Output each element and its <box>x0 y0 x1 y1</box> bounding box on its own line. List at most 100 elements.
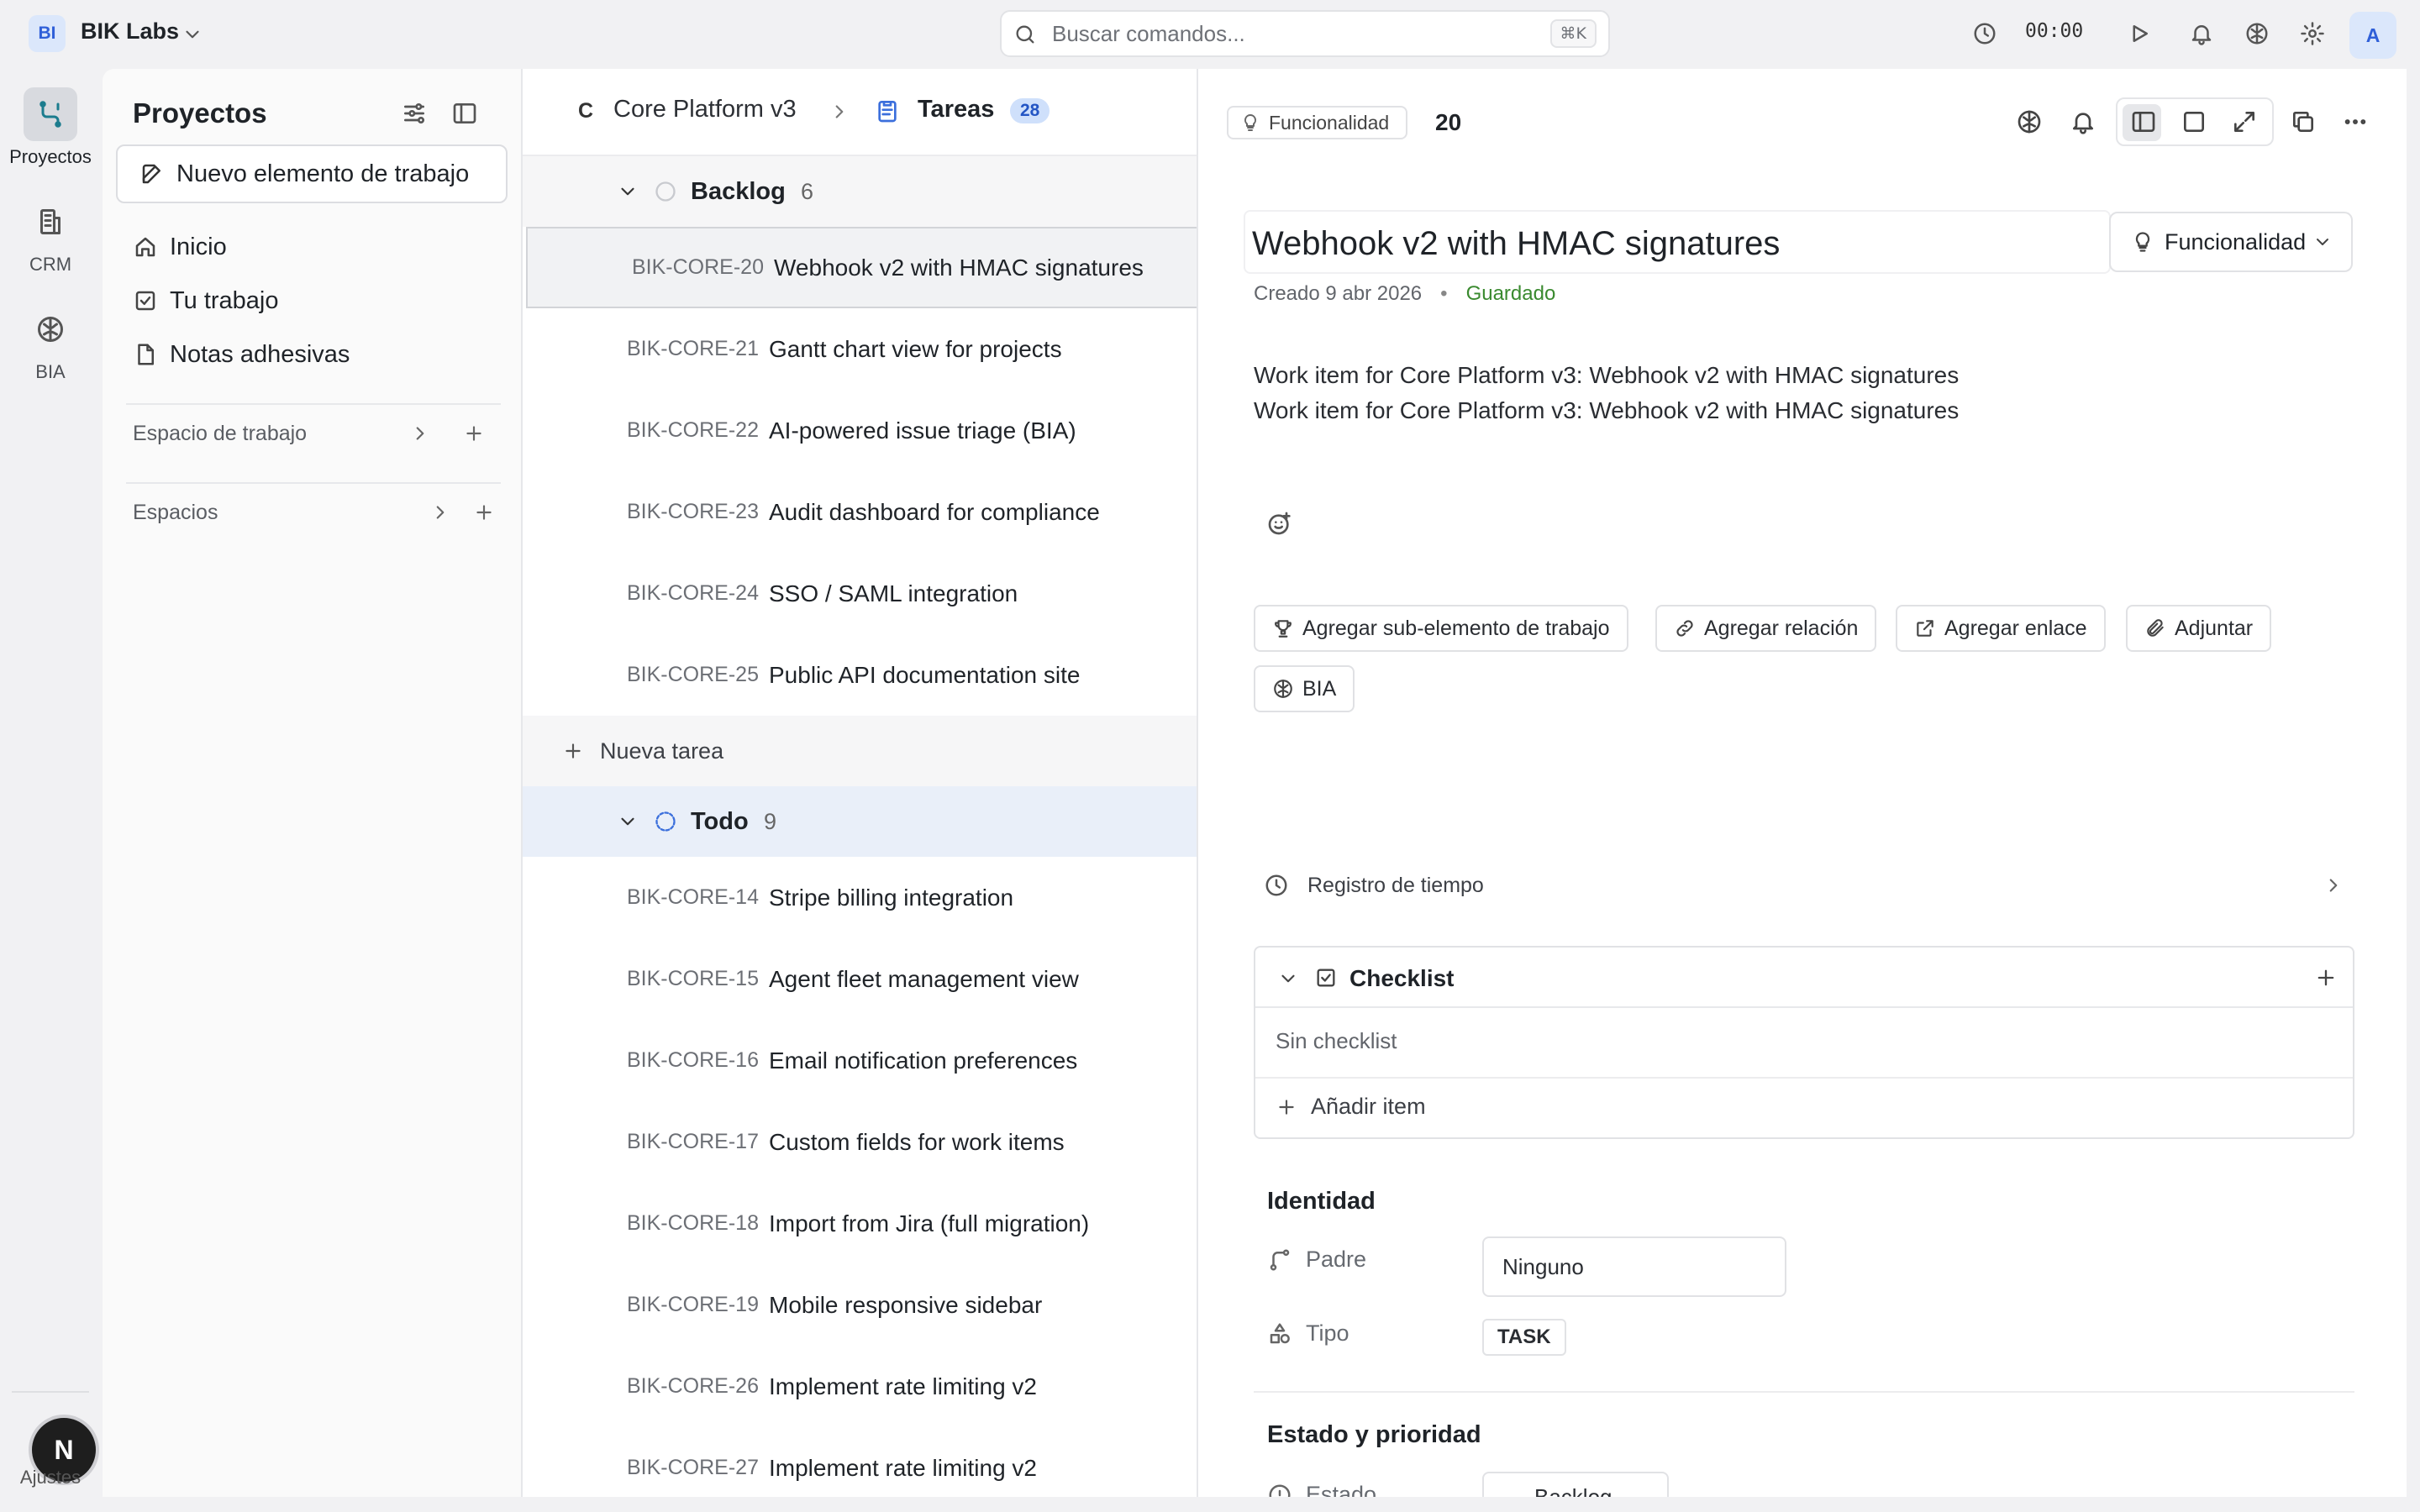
attach-button[interactable]: Adjuntar <box>2126 605 2272 652</box>
breadcrumb-view[interactable]: Tareas <box>918 96 994 123</box>
task-row[interactable]: BIK-CORE-14 Stripe billing integration <box>523 857 1197 938</box>
sidebar-item-label: Tu trabajo <box>170 286 279 314</box>
brain-icon[interactable] <box>2015 108 2044 136</box>
plus-icon <box>1276 1096 1297 1118</box>
task-row[interactable]: BIK-CORE-19 Mobile responsive sidebar <box>523 1264 1197 1346</box>
expand-icon[interactable] <box>2230 108 2259 136</box>
task-row[interactable]: BIK-CORE-23 Audit dashboard for complian… <box>523 471 1197 553</box>
add-relation-button[interactable]: Agregar relación <box>1655 605 1877 652</box>
task-id: BIK-CORE-22 <box>627 418 759 442</box>
sidebar-item-my-work[interactable]: Tu trabajo <box>133 281 279 321</box>
type-dropdown-value: Funcionalidad <box>2165 228 2307 255</box>
group-name: Todo <box>691 807 749 835</box>
link-icon <box>1674 617 1696 639</box>
external-link-icon <box>1914 617 1936 639</box>
copy-icon[interactable] <box>2289 108 2317 136</box>
more-options-icon[interactable] <box>2341 108 2370 136</box>
brain-icon[interactable] <box>2244 20 2270 47</box>
workspace-name[interactable]: BIK Labs <box>81 18 179 45</box>
chevron-down-icon[interactable] <box>617 181 639 202</box>
work-item-title[interactable]: Webhook v2 with HMAC signatures <box>1252 213 2104 274</box>
rail-item-crm[interactable]: CRM <box>0 195 101 276</box>
add-checklist-item-button[interactable]: Añadir item <box>1276 1094 1426 1120</box>
brain-icon <box>1272 678 1294 700</box>
chevron-right-icon[interactable] <box>408 422 432 445</box>
chevron-down-icon[interactable] <box>617 811 639 832</box>
type-pill[interactable]: Funcionalidad <box>1227 106 1408 139</box>
projects-sidebar: Proyectos Nuevo elemento de trabajo Inic… <box>103 69 523 1497</box>
new-work-item-button[interactable]: Nuevo elemento de trabajo <box>116 144 508 203</box>
chevron-right-icon[interactable] <box>429 501 452 524</box>
timer-readout: 00:00 <box>2025 20 2084 42</box>
checkbox-icon <box>1314 966 1338 990</box>
chevron-down-icon[interactable] <box>182 24 203 45</box>
add-link-label: Agregar enlace <box>1944 616 2087 640</box>
sidebar-item-home[interactable]: Inicio <box>133 227 227 267</box>
time-log-row[interactable]: Registro de tiempo <box>1254 860 2354 911</box>
task-row[interactable]: BIK-CORE-16 Email notification preferenc… <box>523 1020 1197 1101</box>
play-icon[interactable] <box>2126 20 2153 47</box>
task-row[interactable]: BIK-CORE-27 Implement rate limiting v2 <box>523 1427 1197 1497</box>
rail-divider <box>12 1391 89 1393</box>
command-search[interactable]: ⌘K <box>1000 10 1610 57</box>
section-workspace[interactable]: Espacio de trabajo <box>133 422 307 446</box>
note-icon <box>133 342 158 367</box>
task-row[interactable]: BIK-CORE-21 Gantt chart view for project… <box>523 308 1197 390</box>
task-title: AI-powered issue triage (BIA) <box>769 417 1076 444</box>
chevron-down-icon[interactable] <box>1277 968 1299 990</box>
bell-icon[interactable] <box>2188 20 2215 47</box>
new-task-label: Nueva tarea <box>600 738 724 764</box>
gear-icon[interactable] <box>2299 20 2326 47</box>
task-row[interactable]: BIK-CORE-25 Public API documentation sit… <box>523 634 1197 716</box>
plus-icon[interactable] <box>462 422 486 445</box>
parent-label: Padre <box>1306 1247 1367 1272</box>
type-dropdown[interactable]: Funcionalidad <box>2109 212 2353 272</box>
plus-icon[interactable] <box>2314 966 2338 990</box>
bia-button[interactable]: BIA <box>1254 665 1355 712</box>
description[interactable]: Work item for Core Platform v3: Webhook … <box>1254 358 1959 428</box>
sidebar-toggle-icon[interactable] <box>450 99 479 128</box>
state-select[interactable]: Backlog <box>1482 1472 1669 1497</box>
rail-label: CRM <box>29 254 72 275</box>
state-property: Estado <box>1267 1482 1376 1497</box>
add-subitem-button[interactable]: Agregar sub-elemento de trabajo <box>1254 605 1628 652</box>
chevron-right-icon <box>829 101 850 123</box>
task-row[interactable]: BIK-CORE-24 SSO / SAML integration <box>523 553 1197 634</box>
task-row[interactable]: BIK-CORE-26 Implement rate limiting v2 <box>523 1346 1197 1427</box>
bell-icon[interactable] <box>2069 108 2097 136</box>
group-count: 6 <box>801 178 814 204</box>
breadcrumb-project[interactable]: Core Platform v3 <box>613 96 797 123</box>
user-avatar[interactable]: A <box>2349 12 2396 59</box>
task-row[interactable]: BIK-CORE-18 Import from Jira (full migra… <box>523 1183 1197 1264</box>
chevron-right-icon <box>2323 874 2344 896</box>
task-id: BIK-CORE-26 <box>627 1374 759 1398</box>
modal-view-icon[interactable] <box>2180 108 2208 136</box>
task-row[interactable]: BIK-CORE-17 Custom fields for work items <box>523 1101 1197 1183</box>
search-input[interactable] <box>1052 20 1523 47</box>
add-link-button[interactable]: Agregar enlace <box>1896 605 2106 652</box>
new-task-button[interactable]: Nueva tarea <box>523 716 1197 786</box>
parent-select[interactable]: Ninguno <box>1482 1236 1786 1297</box>
plus-icon[interactable] <box>472 501 496 524</box>
rail-item-projects[interactable]: Proyectos <box>0 87 101 168</box>
settings-label[interactable]: Ajustes <box>0 1467 101 1488</box>
group-header-todo[interactable]: Todo 9 <box>523 786 1197 857</box>
group-header-backlog[interactable]: Backlog 6 <box>523 156 1197 227</box>
workspace-avatar[interactable]: BI <box>29 15 66 52</box>
rail-item-bia[interactable]: BIA <box>0 302 101 383</box>
emoji-reaction-icon[interactable] <box>1265 509 1294 538</box>
task-title: Gantt chart view for projects <box>769 335 1062 362</box>
work-item-detail: Funcionalidad 20 Webhook v2 with HMAC si… <box>1197 69 2407 1497</box>
backlog-status-icon <box>654 180 677 203</box>
description-line: Work item for Core Platform v3: Webhook … <box>1254 362 1960 388</box>
task-row[interactable]: BIK-CORE-20 Webhook v2 with HMAC signatu… <box>526 227 1197 308</box>
clock-icon[interactable] <box>1971 20 1998 47</box>
section-spaces[interactable]: Espacios <box>133 501 218 525</box>
task-row[interactable]: BIK-CORE-15 Agent fleet management view <box>523 938 1197 1020</box>
task-row[interactable]: BIK-CORE-22 AI-powered issue triage (BIA… <box>523 390 1197 471</box>
filter-sliders-icon[interactable] <box>400 99 429 128</box>
sidebar-item-sticky-notes[interactable]: Notas adhesivas <box>133 334 350 375</box>
side-peek-icon[interactable] <box>2129 108 2158 136</box>
type-value-tag[interactable]: TASK <box>1482 1319 1566 1356</box>
created-date: Creado 9 abr 2026 <box>1254 282 1423 305</box>
